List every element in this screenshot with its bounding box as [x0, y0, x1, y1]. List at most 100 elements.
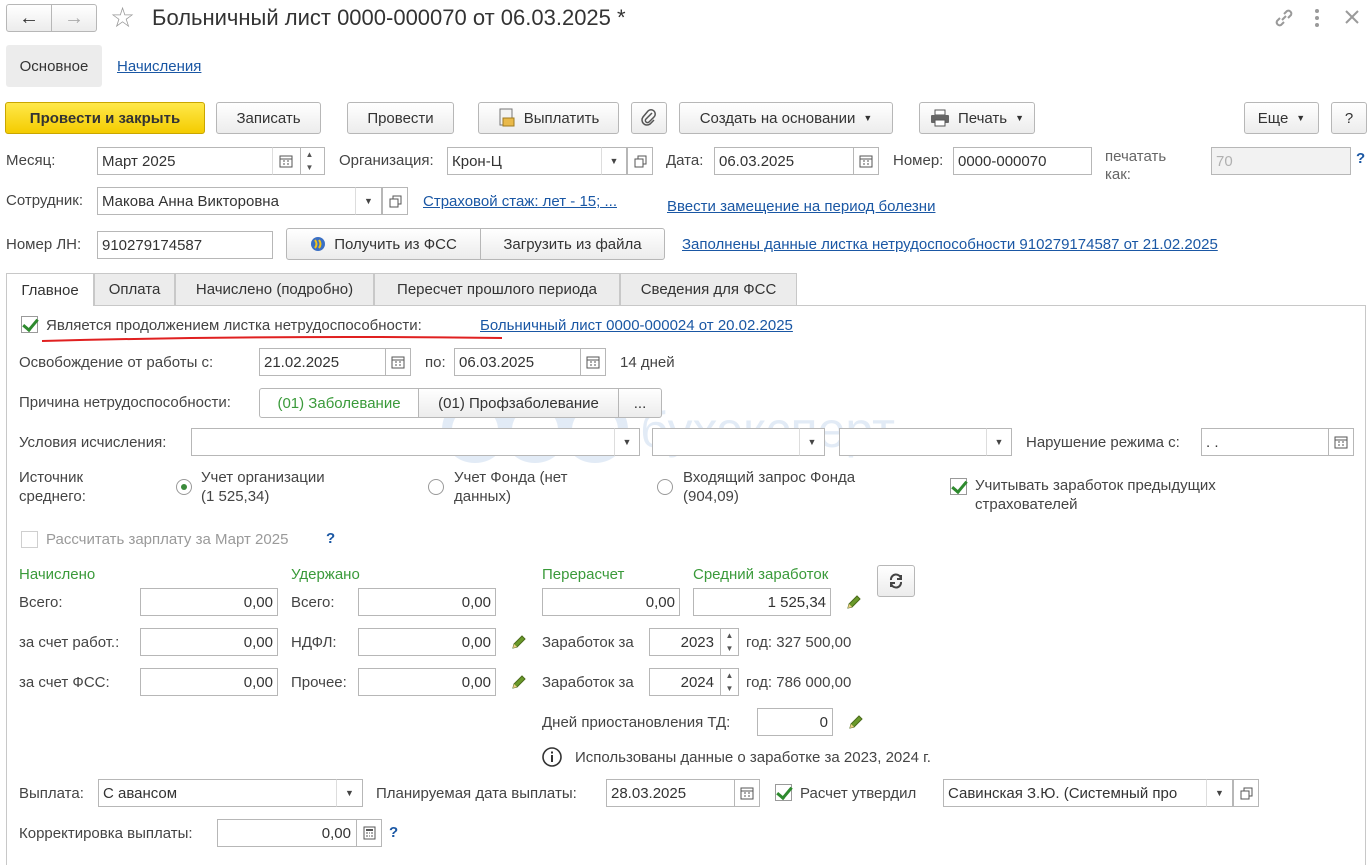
close-icon[interactable] — [1343, 8, 1361, 26]
pencil-icon[interactable] — [845, 593, 863, 611]
post-button[interactable]: Провести — [347, 102, 454, 134]
tab-accrued-detailed[interactable]: Начислено (подробно) — [175, 273, 374, 305]
help-button[interactable]: ? — [1331, 102, 1367, 134]
withheld-ndfl-field[interactable]: 0,00 — [358, 628, 496, 656]
pencil-icon[interactable] — [510, 633, 528, 651]
chevron-down-icon[interactable]: ▼ — [721, 682, 738, 695]
more-button[interactable]: Еще ▼ — [1244, 102, 1319, 134]
release-from-calendar[interactable] — [385, 348, 411, 376]
employee-dropdown[interactable]: ▼ — [355, 187, 382, 215]
open-window-icon — [634, 155, 646, 167]
year-2-value: 2024 — [680, 673, 714, 691]
pay-button[interactable]: Выплатить — [478, 102, 619, 134]
print-as-help[interactable]: ? — [1356, 150, 1365, 167]
withheld-total-label: Всего: — [291, 594, 335, 611]
accrued-total-field[interactable]: 0,00 — [140, 588, 278, 616]
withheld-ndfl-value: 0,00 — [461, 633, 491, 651]
correction-calculator[interactable] — [356, 819, 382, 847]
employee-open-button[interactable] — [382, 187, 408, 215]
calc-conditions-select-2-dropdown[interactable]: ▼ — [799, 428, 825, 456]
accrued-fss-field[interactable]: 0,00 — [140, 668, 278, 696]
reason-more-button[interactable]: ... — [618, 388, 662, 418]
calendar-icon — [740, 787, 754, 800]
violation-calendar[interactable] — [1328, 428, 1354, 456]
avg-earnings-field[interactable]: 1 525,34 — [693, 588, 831, 616]
chevron-up-icon[interactable]: ▲ — [721, 669, 738, 682]
employee-input[interactable]: Макова Анна Викторовна — [97, 187, 382, 215]
approved-by-dropdown[interactable]: ▼ — [1206, 779, 1233, 807]
tab-previous-period[interactable]: Пересчет прошлого периода — [374, 273, 620, 305]
attach-button[interactable] — [631, 102, 667, 134]
get-from-fss-button[interactable]: Получить из ФСС — [286, 228, 481, 260]
year-1-stepper[interactable]: ▲ ▼ — [720, 629, 738, 655]
suspension-field[interactable]: 0 — [757, 708, 833, 736]
section-accruals-link[interactable]: Начисления — [117, 58, 201, 75]
print-button[interactable]: Печать ▼ — [919, 102, 1035, 134]
more-vertical-icon[interactable] — [1313, 7, 1321, 29]
month-calendar-button[interactable] — [272, 147, 298, 175]
suspension-value: 0 — [819, 713, 828, 731]
star-icon[interactable]: ☆ — [110, 1, 135, 34]
tab-main[interactable]: Главное — [6, 273, 94, 306]
number-input[interactable]: 0000-000070 — [953, 147, 1092, 175]
payout-select[interactable]: С авансом — [98, 779, 363, 807]
fss-logo-icon — [311, 237, 326, 251]
release-to-calendar[interactable] — [580, 348, 606, 376]
approved-by-open-button[interactable] — [1233, 779, 1259, 807]
back-button[interactable]: ← — [6, 4, 52, 32]
approved-by-select[interactable]: Савинская З.Ю. (Системный про — [943, 779, 1233, 807]
year-2-stepper[interactable]: ▲ ▼ — [720, 669, 738, 695]
organization-dropdown[interactable]: ▼ — [601, 147, 627, 175]
approved-checkbox[interactable] — [775, 784, 792, 801]
load-from-file-button[interactable]: Загрузить из файла — [480, 228, 665, 260]
chevron-up-icon[interactable]: ▲ — [301, 148, 318, 161]
calc-salary-help[interactable]: ? — [326, 530, 335, 547]
reason-illness-button[interactable]: (01) Заболевание — [259, 388, 419, 418]
payout-dropdown[interactable]: ▼ — [336, 779, 363, 807]
paperclip-icon — [641, 109, 656, 126]
approved-by-value: Савинская З.Ю. (Системный про — [948, 784, 1178, 802]
forward-button[interactable]: → — [51, 4, 97, 32]
refresh-button[interactable] — [877, 565, 915, 597]
calc-conditions-select-1-dropdown[interactable]: ▼ — [614, 428, 640, 456]
print-as-input[interactable]: 70 — [1211, 147, 1351, 175]
correction-label: Корректировка выплаты: — [19, 825, 193, 842]
organization-open-button[interactable] — [627, 147, 653, 175]
continuation-checkbox[interactable] — [21, 316, 38, 333]
section-main[interactable]: Основное — [6, 45, 102, 87]
save-button[interactable]: Записать — [216, 102, 321, 134]
replacement-link[interactable]: Ввести замещение на период болезни — [667, 198, 935, 215]
continuation-link[interactable]: Больничный лист 0000-000024 от 20.02.202… — [480, 317, 793, 334]
calc-conditions-select-3-dropdown[interactable]: ▼ — [986, 428, 1012, 456]
reason-occupational-button[interactable]: (01) Профзаболевание — [418, 388, 619, 418]
accrued-employer-field[interactable]: 0,00 — [140, 628, 278, 656]
calc-conditions-select-1[interactable] — [191, 428, 640, 456]
tab-fss-info[interactable]: Сведения для ФСС — [620, 273, 797, 305]
source-org-radio[interactable] — [176, 479, 192, 495]
source-request-radio[interactable] — [657, 479, 673, 495]
withheld-total-value: 0,00 — [461, 593, 491, 611]
source-fund-radio[interactable] — [428, 479, 444, 495]
recalc-field[interactable]: 0,00 — [542, 588, 680, 616]
organization-input[interactable]: Крон-Ц — [447, 147, 627, 175]
create-based-button[interactable]: Создать на основании ▼ — [679, 102, 893, 134]
filled-data-link[interactable]: Заполнены данные листка нетрудоспособнос… — [682, 236, 1218, 253]
pencil-icon[interactable] — [847, 713, 865, 731]
prev-insurers-checkbox[interactable] — [950, 478, 967, 495]
link-icon[interactable] — [1273, 7, 1295, 29]
pencil-icon[interactable] — [510, 673, 528, 691]
planned-date-calendar[interactable] — [734, 779, 760, 807]
chevron-up-icon[interactable]: ▲ — [721, 629, 738, 642]
calc-salary-checkbox[interactable] — [21, 531, 38, 548]
month-stepper[interactable]: ▲ ▼ — [300, 148, 318, 174]
withheld-total-field[interactable]: 0,00 — [358, 588, 496, 616]
withheld-other-field[interactable]: 0,00 — [358, 668, 496, 696]
correction-help[interactable]: ? — [389, 824, 398, 841]
insurance-record-link[interactable]: Страховой стаж: лет - 15; ... — [423, 193, 617, 210]
post-and-close-button[interactable]: Провести и закрыть — [5, 102, 205, 134]
ln-number-input[interactable]: 910279174587 — [97, 231, 273, 259]
chevron-down-icon[interactable]: ▼ — [721, 642, 738, 655]
date-calendar-button[interactable] — [853, 147, 879, 175]
chevron-down-icon[interactable]: ▼ — [301, 161, 318, 174]
tab-payment[interactable]: Оплата — [94, 273, 175, 305]
